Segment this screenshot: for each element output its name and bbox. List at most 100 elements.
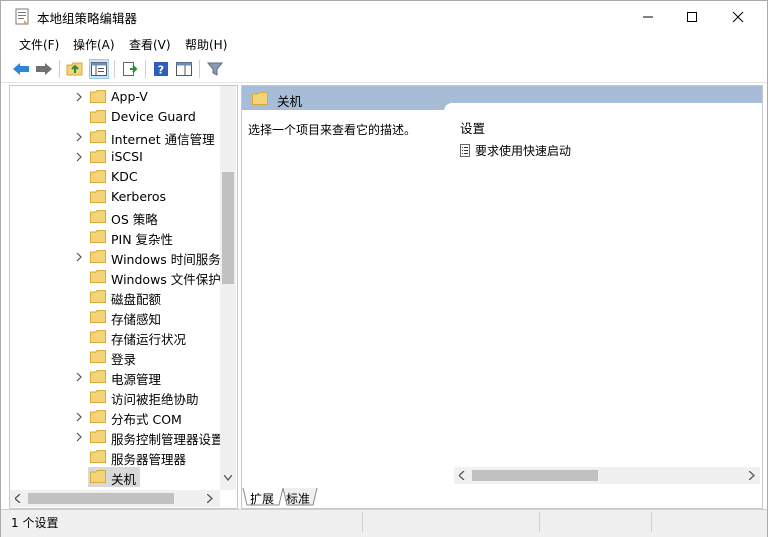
tree-pane: App-V Device Guard Internet 通信管理 iSCSI KDC Ke… (9, 85, 238, 509)
up-folder-icon (66, 62, 83, 76)
tree-item-label: PIN 复杂性 (111, 232, 174, 247)
toolbar-separator (199, 60, 200, 78)
folder-icon (90, 110, 106, 123)
tree-item[interactable]: 存储运行状况 (10, 327, 220, 347)
app-window: 本地组策略编辑器 文件(F) 操作(A) 查看(V) 帮助(H) ? App-V… (0, 0, 768, 537)
details-horizontal-scrollbar[interactable] (454, 467, 760, 484)
tree-item[interactable]: Windows 时间服务 (10, 247, 221, 267)
folder-icon (90, 190, 106, 203)
chevron-right-icon[interactable] (74, 152, 84, 162)
tree-item[interactable]: 电源管理 (10, 367, 220, 387)
forward-button[interactable] (34, 59, 54, 79)
folder-icon (90, 410, 106, 423)
close-icon (732, 11, 744, 22)
tree-item[interactable]: OS 策略 (10, 207, 220, 227)
maximize-icon (687, 11, 697, 22)
export-list-icon (123, 62, 138, 76)
status-bar: 1 个设置 (1, 509, 767, 537)
menu-action[interactable]: 操作(A) (73, 36, 115, 53)
tree-item-label: Windows 时间服务 (111, 252, 221, 267)
tree-item[interactable]: iSCSI (10, 147, 220, 167)
chevron-right-icon[interactable] (74, 372, 84, 382)
tab-extended[interactable]: 扩展 (250, 490, 274, 508)
scrollbar-thumb[interactable] (28, 493, 174, 504)
chevron-right-icon[interactable] (74, 252, 84, 262)
tree-item-label: 存储运行状况 (111, 332, 187, 347)
policy-setting-icon (460, 144, 470, 157)
tree-item[interactable]: PIN 复杂性 (10, 227, 220, 247)
scroll-left-icon[interactable] (15, 494, 21, 503)
tree-item[interactable]: 关机 (10, 467, 220, 487)
scroll-down-icon[interactable] (224, 475, 232, 481)
tree-item[interactable]: Kerberos (10, 187, 220, 207)
help-button[interactable]: ? (151, 59, 171, 79)
tree-item-label: 存储感知 (111, 312, 162, 327)
folder-icon (90, 430, 106, 443)
folder-icon (90, 170, 106, 183)
folder-icon (90, 310, 106, 323)
properties-button[interactable] (174, 59, 194, 79)
tree-item[interactable]: 分布式 COM (10, 407, 220, 427)
folder-icon (252, 92, 268, 105)
chevron-right-icon[interactable] (74, 432, 84, 442)
folder-icon (90, 250, 106, 263)
maximize-button[interactable] (669, 1, 715, 32)
tree-item-label: 访问被拒绝协助 (111, 392, 199, 407)
folder-icon (90, 230, 106, 243)
tree-item-label: iSCSI (111, 149, 143, 164)
details-header-title: 关机 (277, 94, 303, 109)
tree-item[interactable]: KDC (10, 167, 220, 187)
up-folder-button[interactable] (65, 59, 85, 79)
settings-column-header[interactable]: 设置 (460, 118, 485, 137)
folder-icon (90, 370, 106, 383)
forward-icon (36, 63, 52, 75)
export-list-button[interactable] (120, 59, 140, 79)
scroll-left-icon[interactable] (459, 471, 465, 480)
view-tabs: 扩展 标准 (241, 488, 761, 507)
tree-item[interactable]: 访问被拒绝协助 (10, 387, 220, 407)
status-divider (539, 512, 540, 532)
tree-item[interactable]: 服务控制管理器设置 (10, 427, 224, 447)
scrollbar-thumb[interactable] (472, 470, 598, 481)
tree-item[interactable]: 登录 (10, 347, 220, 367)
window-title: 本地组策略编辑器 (37, 11, 138, 26)
back-button[interactable] (11, 59, 31, 79)
scroll-right-icon[interactable] (207, 494, 213, 503)
scrollbar-thumb[interactable] (222, 172, 234, 284)
menu-help[interactable]: 帮助(H) (185, 36, 227, 53)
menu-file[interactable]: 文件(F) (19, 36, 59, 53)
tree-item[interactable]: Internet 通信管理 (10, 127, 220, 147)
folder-icon (90, 270, 106, 283)
show-tree-button[interactable] (89, 59, 109, 79)
chevron-right-icon[interactable] (74, 412, 84, 422)
show-tree-icon (91, 62, 107, 76)
close-button[interactable] (715, 1, 761, 32)
menu-view[interactable]: 查看(V) (129, 36, 171, 53)
status-divider (362, 512, 363, 532)
folder-icon (90, 330, 106, 343)
toolbar: ? (1, 55, 767, 83)
status-text: 1 个设置 (11, 516, 59, 530)
filter-button[interactable] (205, 59, 225, 79)
tab-standard[interactable]: 标准 (286, 490, 310, 508)
tree-horizontal-scrollbar[interactable] (10, 490, 220, 507)
tree-item[interactable]: Windows 文件保护 (10, 267, 221, 287)
chevron-right-icon[interactable] (74, 132, 84, 142)
tree-item-label: Kerberos (111, 189, 167, 204)
tree-item-label: Internet 通信管理 (111, 132, 215, 147)
scroll-right-icon[interactable] (749, 471, 755, 480)
tree-vertical-scrollbar[interactable] (220, 86, 236, 490)
back-icon (13, 63, 29, 75)
title-bar: 本地组策略编辑器 (1, 1, 767, 32)
folder-icon (90, 290, 106, 303)
tree-item[interactable]: App-V (10, 87, 220, 107)
minimize-button[interactable] (625, 1, 671, 32)
folder-icon (90, 350, 106, 363)
tree-item[interactable]: Device Guard (10, 107, 220, 127)
tree-item[interactable]: 存储感知 (10, 307, 220, 327)
properties-icon (176, 62, 192, 76)
tree-item[interactable]: 服务器管理器 (10, 447, 220, 467)
tree-item-label: 关机 (111, 472, 137, 487)
chevron-right-icon[interactable] (74, 92, 84, 102)
tree-item[interactable]: 磁盘配额 (10, 287, 220, 307)
